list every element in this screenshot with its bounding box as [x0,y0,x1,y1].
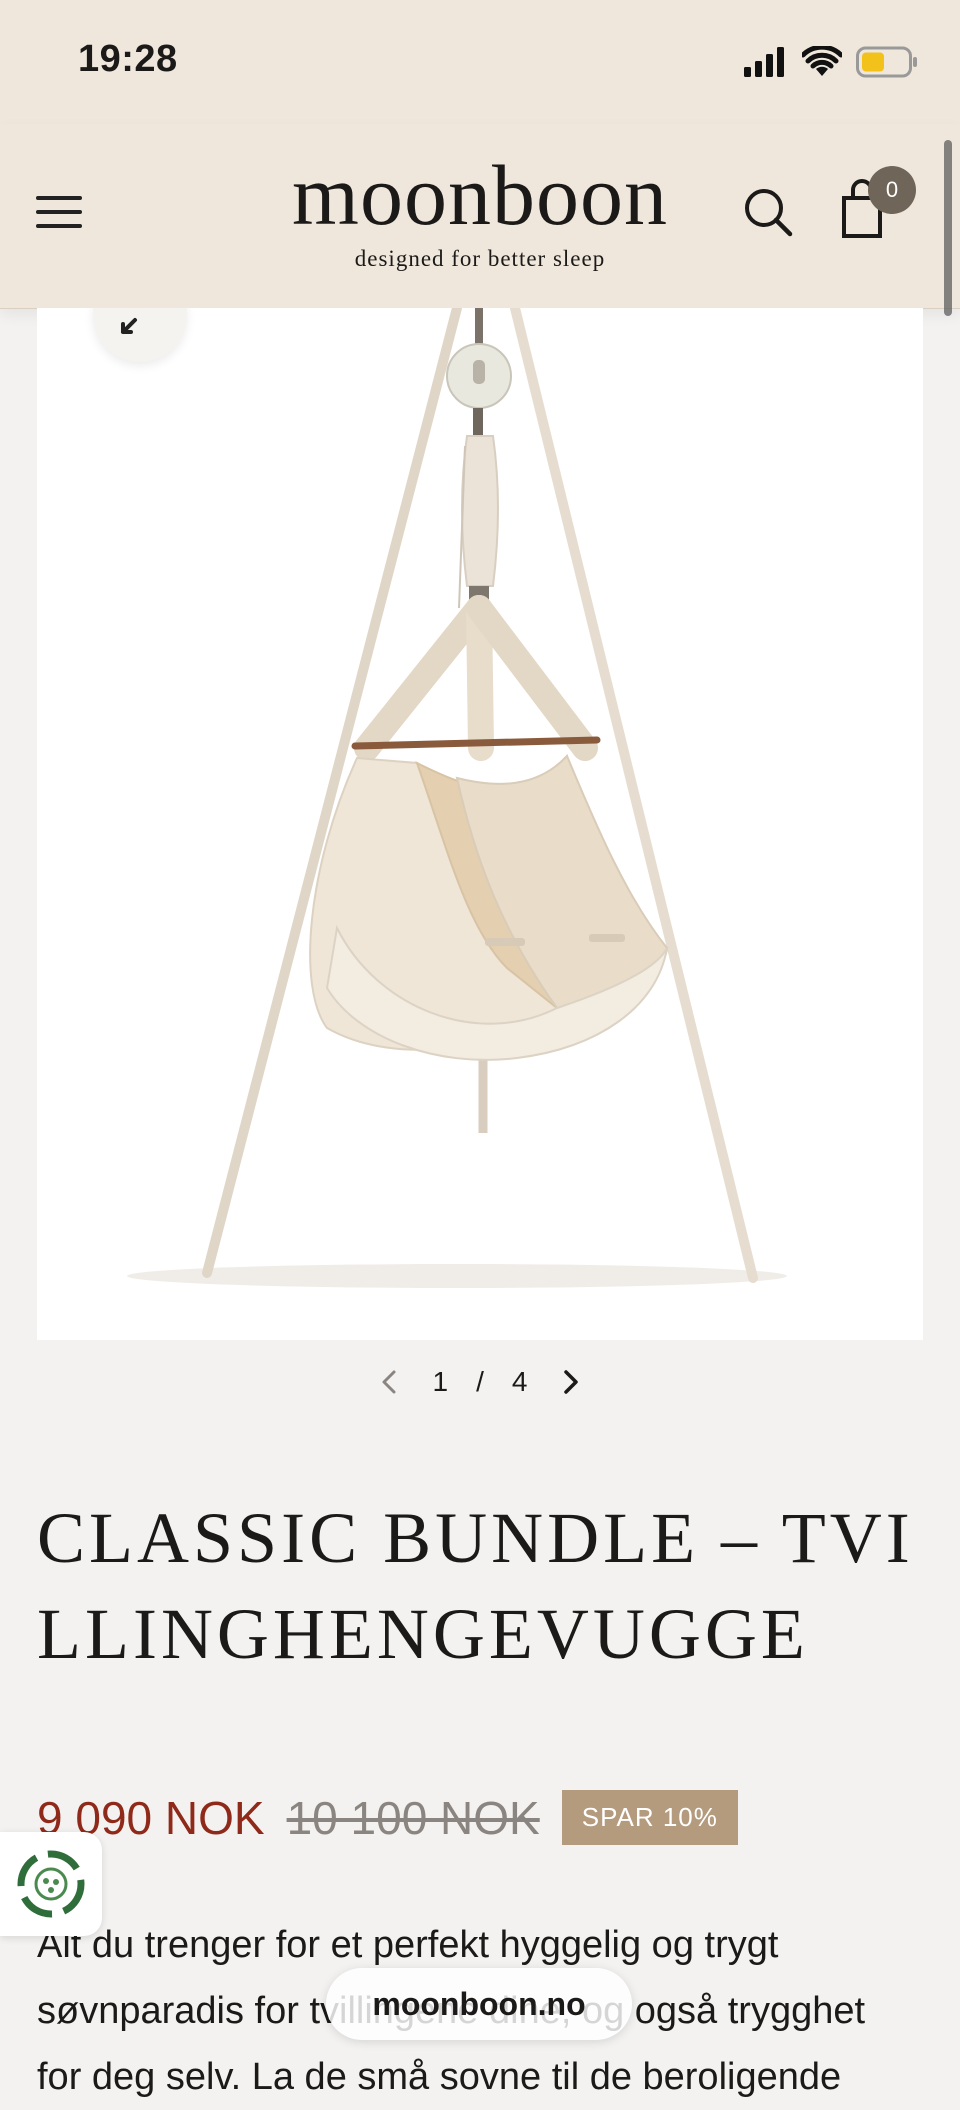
cart-count-badge[interactable]: 0 [868,166,916,214]
site-header: moonboon designed for better sleep 0 [0,124,960,309]
site-logo[interactable]: moonboon designed for better sleep [0,152,960,272]
chevron-left-icon[interactable] [375,1367,405,1397]
page-scrollbar[interactable] [944,140,952,316]
browser-url-bar[interactable]: moonboon.no [326,1968,632,2040]
status-bar: 19:28 [0,0,960,124]
eco-badge[interactable] [0,1832,102,1936]
battery-icon [856,46,917,78]
search-icon[interactable] [740,184,796,240]
pager-total: 4 [511,1366,528,1397]
discount-badge: SPAR 10% [561,1790,738,1845]
wifi-icon [802,46,842,76]
signal-icon [744,47,784,77]
status-time: 19:28 [78,38,178,80]
logo-tagline: designed for better sleep [354,246,606,271]
recycle-icon [17,1850,85,1918]
product-image [127,308,787,1288]
chevron-right-icon[interactable] [555,1367,585,1397]
pager-separator: / [476,1366,484,1397]
status-icons [744,44,918,80]
product-title: CLASSIC BUNDLE – TVILLINGHENGEVUGGE [37,1498,914,1674]
original-price: 10 100 NOK [286,1791,540,1844]
zoom-button[interactable] [93,308,187,362]
logo-wordmark: moonboon [292,147,668,243]
gallery-pager: 1 / 4 [0,1362,960,1402]
price-row: 9 090 NOK 10 100 NOK SPAR 10% [37,1790,738,1845]
expand-icon [121,318,137,334]
pager-current: 1 [432,1366,449,1397]
product-gallery[interactable] [37,308,923,1340]
